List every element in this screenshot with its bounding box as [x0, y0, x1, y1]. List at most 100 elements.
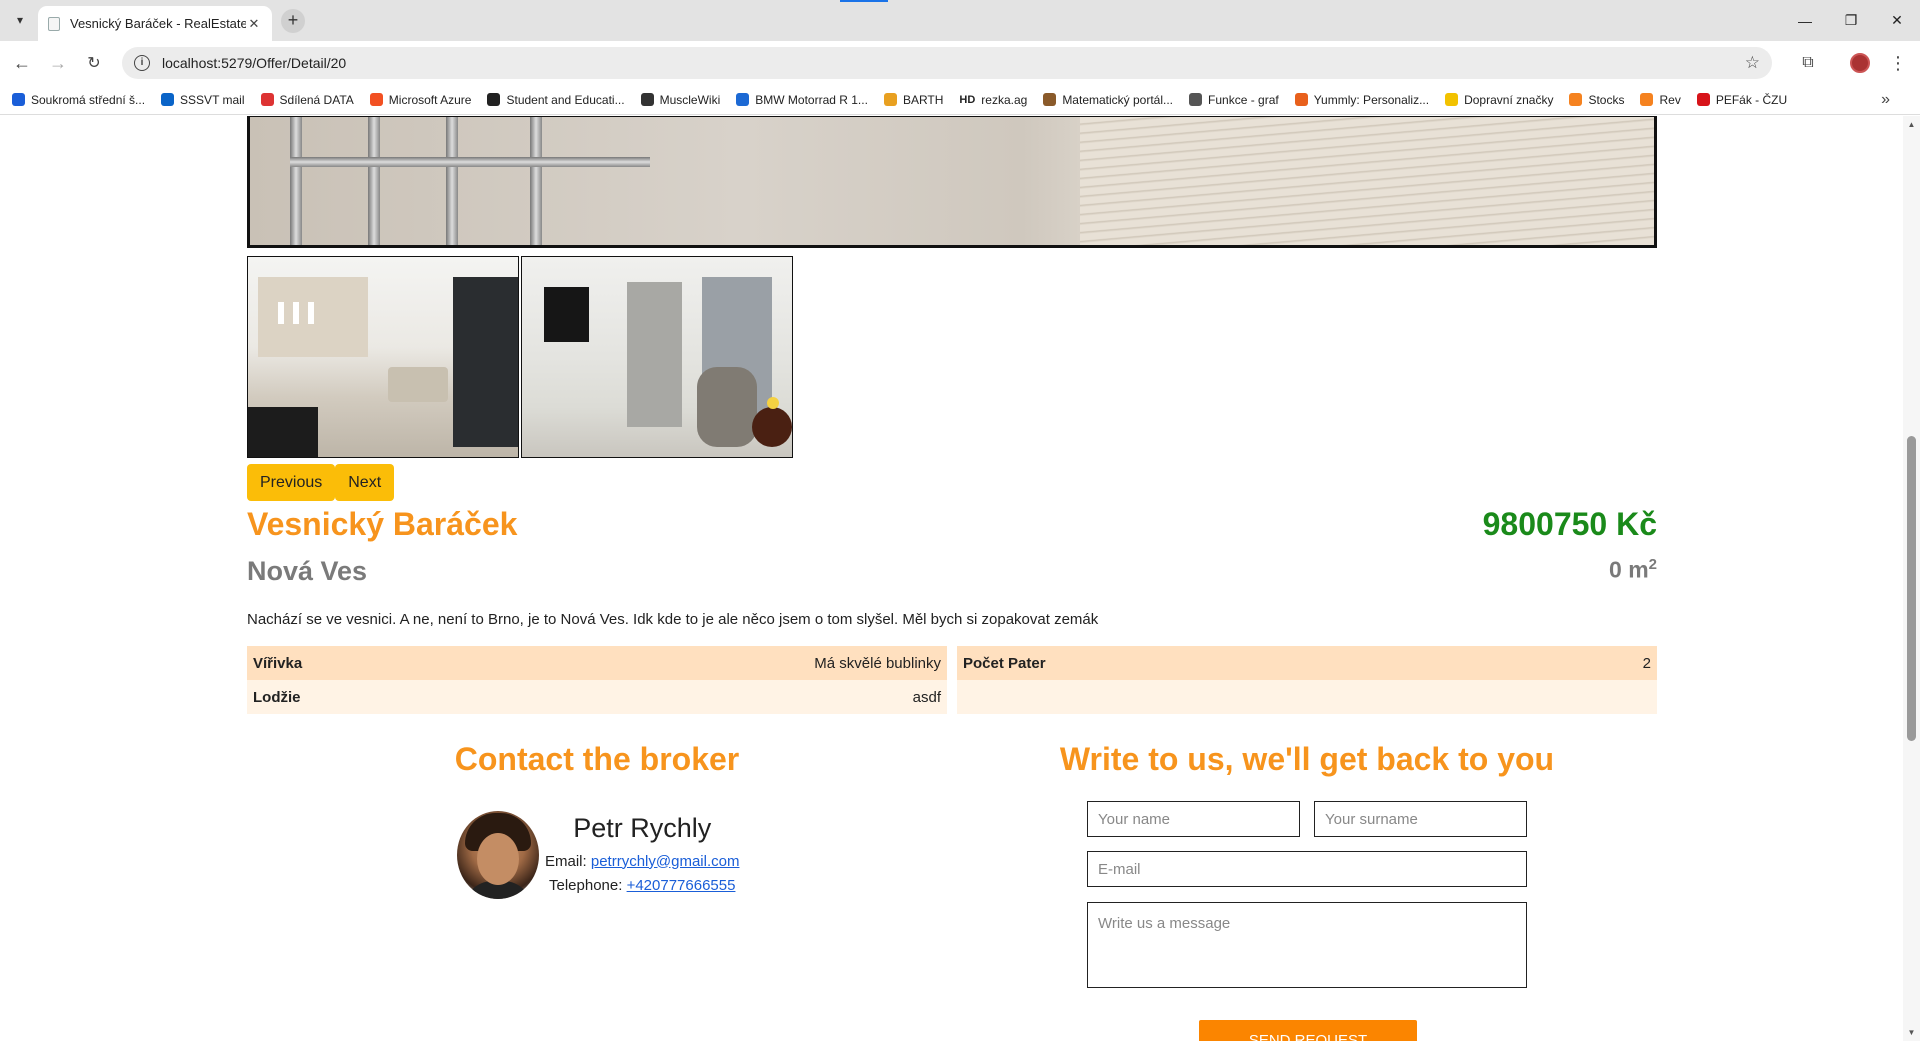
- minimize-button[interactable]: —: [1782, 0, 1828, 41]
- bookmark-item[interactable]: Sdílená DATA: [260, 92, 354, 107]
- thumbnail-living-room[interactable]: [521, 256, 793, 458]
- site-info-icon[interactable]: i: [134, 55, 150, 71]
- tab-search-button[interactable]: ▾: [10, 10, 30, 30]
- offer-area: 0 m2: [1609, 556, 1657, 584]
- bookmark-favicon-icon: [640, 93, 654, 106]
- bookmark-item[interactable]: HD rezka.ag: [959, 93, 1027, 107]
- email-input[interactable]: E-mail: [1087, 851, 1527, 887]
- main-property-photo: [247, 116, 1657, 248]
- bookmark-item[interactable]: Microsoft Azure: [369, 92, 472, 107]
- page-viewport: Previous Next Vesnický Baráček 9800750 K…: [0, 116, 1903, 1041]
- bookmark-item[interactable]: Yummly: Personaliz...: [1294, 93, 1429, 107]
- bookmark-favicon-icon: [1043, 93, 1057, 106]
- bookmarks-bar: Soukromá střední š... SSSVT mail Sdílená D…: [0, 85, 1920, 115]
- bookmark-favicon-icon: [1696, 93, 1710, 106]
- close-window-button[interactable]: ✕: [1874, 0, 1920, 41]
- bookmark-favicon-icon: [883, 93, 897, 106]
- offer-description: Nachází se ve vesnici. A ne, není to Brn…: [247, 611, 1099, 628]
- bookmark-favicon-icon: [260, 93, 274, 106]
- bookmark-item[interactable]: Dopravní značky: [1445, 93, 1553, 107]
- offer-title: Vesnický Baráček: [247, 506, 518, 542]
- reload-icon[interactable]: ↻: [82, 51, 106, 75]
- bookmark-item[interactable]: Student and Educati...: [487, 92, 625, 107]
- property-row: Počet Pater 2: [957, 646, 1657, 680]
- property-value: asdf: [912, 688, 941, 706]
- property-row: Lodžie asdf: [247, 680, 947, 714]
- scroll-up-arrow-icon[interactable]: ▲: [1907, 120, 1916, 129]
- bookmark-item[interactable]: Matematický portál...: [1043, 93, 1173, 107]
- property-name: Lodžie: [253, 688, 301, 706]
- url-text[interactable]: localhost:5279/Offer/Detail/20: [162, 55, 1745, 71]
- bookmark-item[interactable]: Funkce - graf: [1189, 93, 1279, 107]
- contact-form-section: Write to us, we'll get back to you Your …: [957, 741, 1657, 1041]
- broker-name: Petr Rychly: [573, 812, 712, 843]
- property-value: Má skvělé bublinky: [814, 654, 941, 672]
- bookmark-star-icon[interactable]: ☆: [1745, 53, 1760, 73]
- property-row: Vířivka Má skvělé bublinky: [247, 646, 947, 680]
- broker-phone-line: Telephone: +420777666555: [545, 874, 739, 898]
- bookmark-label: Sdílená DATA: [279, 92, 354, 107]
- scroll-thumb[interactable]: [1907, 436, 1916, 741]
- bookmark-favicon-icon: [161, 93, 175, 106]
- close-tab-icon[interactable]: ✕: [246, 16, 262, 32]
- bookmark-favicon-icon: [1445, 93, 1459, 106]
- offer-price: 9800750 Kč: [1482, 506, 1657, 542]
- bookmark-label: Microsoft Azure: [388, 92, 472, 107]
- bookmark-label: Student and Educati...: [506, 92, 625, 107]
- extensions-icon[interactable]: ⧉: [1796, 51, 1820, 75]
- previous-button[interactable]: Previous: [247, 464, 336, 501]
- menu-kebab-icon[interactable]: ⋮: [1886, 51, 1910, 75]
- broker-phone-link[interactable]: +420777666555: [627, 877, 736, 894]
- bookmark-item[interactable]: SSSVT mail: [161, 93, 245, 107]
- carousel-controls: Previous Next: [247, 464, 395, 501]
- bookmark-label: Rev: [1659, 92, 1681, 107]
- form-heading: Write to us, we'll get back to you: [1059, 741, 1555, 777]
- property-row-empty: [957, 680, 1657, 714]
- contact-heading: Contact the broker: [454, 741, 740, 777]
- scroll-down-arrow-icon[interactable]: ▼: [1907, 1028, 1916, 1037]
- bookmark-item[interactable]: Stocks: [1569, 93, 1624, 107]
- bookmark-item[interactable]: PEFák - ČZU: [1696, 92, 1788, 107]
- bookmark-item[interactable]: MuscleWiki: [640, 93, 720, 107]
- restore-button[interactable]: ❐: [1828, 0, 1874, 41]
- surname-input[interactable]: Your surname: [1314, 801, 1527, 837]
- bookmark-label: Dopravní značky: [1464, 92, 1554, 107]
- back-arrow-icon[interactable]: ←: [10, 51, 34, 75]
- bookmark-item[interactable]: Rev: [1640, 92, 1681, 107]
- bookmark-item[interactable]: Soukromá střední š...: [12, 93, 145, 107]
- browser-tab-bar: ▾ Vesnický Baráček - RealEstate ✕ + — ❐ …: [0, 0, 1920, 41]
- profile-avatar[interactable]: [1848, 51, 1872, 75]
- forward-arrow-icon[interactable]: →: [46, 51, 70, 75]
- bookmark-favicon-icon: [1189, 93, 1203, 106]
- message-textarea[interactable]: Write us a message: [1087, 902, 1527, 988]
- browser-tab[interactable]: Vesnický Baráček - RealEstate ✕: [38, 6, 272, 41]
- bookmark-favicon-icon: [1640, 93, 1654, 106]
- address-bar[interactable]: i localhost:5279/Offer/Detail/20 ☆: [122, 47, 1772, 79]
- bookmark-favicon-icon: [12, 93, 25, 106]
- contact-broker-section: Contact the broker Petr Rychly Email: pe…: [247, 741, 947, 899]
- first-name-input[interactable]: Your name: [1087, 801, 1300, 837]
- next-button[interactable]: Next: [335, 464, 395, 501]
- thumbnail-kitchen[interactable]: [247, 256, 519, 458]
- area-value: 0 m: [1609, 556, 1649, 583]
- bookmarks-overflow-icon[interactable]: »: [1881, 91, 1890, 109]
- property-value: 2: [1642, 654, 1651, 672]
- bookmark-favicon-icon: [487, 93, 501, 106]
- bookmark-label: PEFák - ČZU: [1715, 92, 1788, 107]
- phone-label: Telephone:: [549, 876, 623, 894]
- broker-email-link[interactable]: petrrychly@gmail.com: [591, 853, 740, 870]
- page-scrollbar[interactable]: ▲ ▼: [1903, 116, 1920, 1041]
- bookmark-favicon-icon: [1569, 93, 1583, 106]
- send-request-button[interactable]: SEND REQUEST: [1199, 1020, 1417, 1041]
- email-label: Email:: [545, 852, 587, 870]
- property-name: Vířivka: [253, 654, 303, 672]
- bookmark-item[interactable]: BARTH: [883, 93, 943, 107]
- bookmark-item[interactable]: BMW Motorrad R 1...: [736, 93, 868, 107]
- tab-title: Vesnický Baráček - RealEstate: [70, 16, 246, 31]
- broker-info: Petr Rychly Email: petrrychly@gmail.com …: [545, 813, 739, 898]
- bookmark-label: Funkce - graf: [1208, 92, 1279, 107]
- bookmark-label: Matematický portál...: [1062, 92, 1174, 107]
- bookmark-favicon-icon: [736, 93, 750, 106]
- new-tab-button[interactable]: +: [281, 9, 305, 33]
- bookmark-label: Stocks: [1588, 92, 1625, 107]
